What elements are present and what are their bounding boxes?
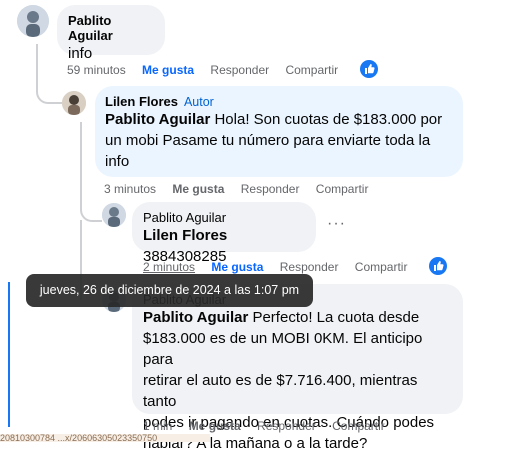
avatar[interactable] bbox=[62, 91, 86, 115]
comment-author[interactable]: Pablito Aguilar bbox=[143, 210, 305, 225]
thread-line-1 bbox=[36, 44, 62, 104]
share-button[interactable]: Compartir bbox=[332, 419, 385, 433]
reply-button[interactable]: Responder bbox=[257, 419, 316, 433]
timestamp[interactable]: 2 minutos bbox=[143, 260, 195, 274]
comment-text: Pablito Aguilar Perfecto! La cuota desde bbox=[143, 307, 452, 328]
comment-author[interactable]: Lilen Flores bbox=[105, 94, 178, 109]
like-button[interactable]: Me gusta bbox=[189, 419, 241, 433]
comment-actions: 59 minutos Me gusta Responder Compartir bbox=[67, 63, 338, 77]
comment-author[interactable]: Pablito Aguilar bbox=[68, 13, 154, 43]
share-button[interactable]: Compartir bbox=[355, 260, 408, 274]
comment-actions: 3 minutos Me gusta Responder Compartir bbox=[104, 182, 368, 196]
like-reaction-icon[interactable] bbox=[360, 60, 378, 78]
more-options-icon[interactable]: ··· bbox=[327, 215, 346, 233]
comment-text: info bbox=[68, 45, 93, 62]
status-url-strip: 20810300784 ...x/20606305023350750 bbox=[0, 434, 210, 442]
reply-button[interactable]: Responder bbox=[280, 260, 339, 274]
like-button[interactable]: Me gusta bbox=[211, 260, 263, 274]
comment-text-line: un mobi Pasame tu número para enviarte t… bbox=[105, 132, 431, 149]
share-button[interactable]: Compartir bbox=[316, 182, 369, 196]
timestamp-tooltip: jueves, 26 de diciembre de 2024 a las 1:… bbox=[26, 274, 313, 307]
timestamp[interactable]: 3 minutos bbox=[104, 182, 156, 196]
avatar[interactable] bbox=[102, 203, 126, 227]
mention-link[interactable]: Pablito Aguilar bbox=[143, 309, 248, 326]
comment-bubble: Pablito Aguilar Lilen Flores 3884308285 bbox=[132, 202, 316, 265]
author-badge: Autor bbox=[183, 95, 214, 109]
comment-text-line: Perfecto! La cuota desde bbox=[248, 309, 420, 326]
comment-bubble: Pablito Aguilar info bbox=[57, 5, 165, 62]
comment-text-line: info bbox=[105, 153, 130, 170]
timestamp[interactable]: 59 minutos bbox=[67, 63, 126, 77]
like-reaction-icon[interactable] bbox=[429, 257, 447, 275]
comment-bubble: Lilen Flores Autor Pablito Aguilar Hola! … bbox=[95, 86, 463, 177]
comment-text-line: Hola! Son cuotas de $183.000 por bbox=[210, 111, 443, 128]
avatar[interactable] bbox=[17, 5, 49, 37]
timestamp[interactable]: 1 min bbox=[143, 419, 172, 433]
comment-text-line: $183.000 es de un MOBI 0KM. El anticipo … bbox=[143, 330, 423, 368]
comment-actions: 1 min Me gusta Responder Compartir bbox=[143, 419, 385, 433]
thread-line-4 bbox=[8, 282, 12, 427]
reply-button[interactable]: Responder bbox=[241, 182, 300, 196]
reply-button[interactable]: Responder bbox=[210, 63, 269, 77]
like-button[interactable]: Me gusta bbox=[172, 182, 224, 196]
comment-actions: 2 minutos Me gusta Responder Compartir bbox=[143, 260, 407, 274]
comment-text: Pablito Aguilar Hola! Son cuotas de $183… bbox=[105, 109, 453, 130]
comment-text-line: retirar el auto es de $7.716.400, mientr… bbox=[143, 372, 418, 410]
mention-link[interactable]: Pablito Aguilar bbox=[105, 111, 210, 128]
share-button[interactable]: Compartir bbox=[285, 63, 338, 77]
like-button[interactable]: Me gusta bbox=[142, 63, 194, 77]
mention-link[interactable]: Lilen Flores bbox=[143, 227, 227, 244]
